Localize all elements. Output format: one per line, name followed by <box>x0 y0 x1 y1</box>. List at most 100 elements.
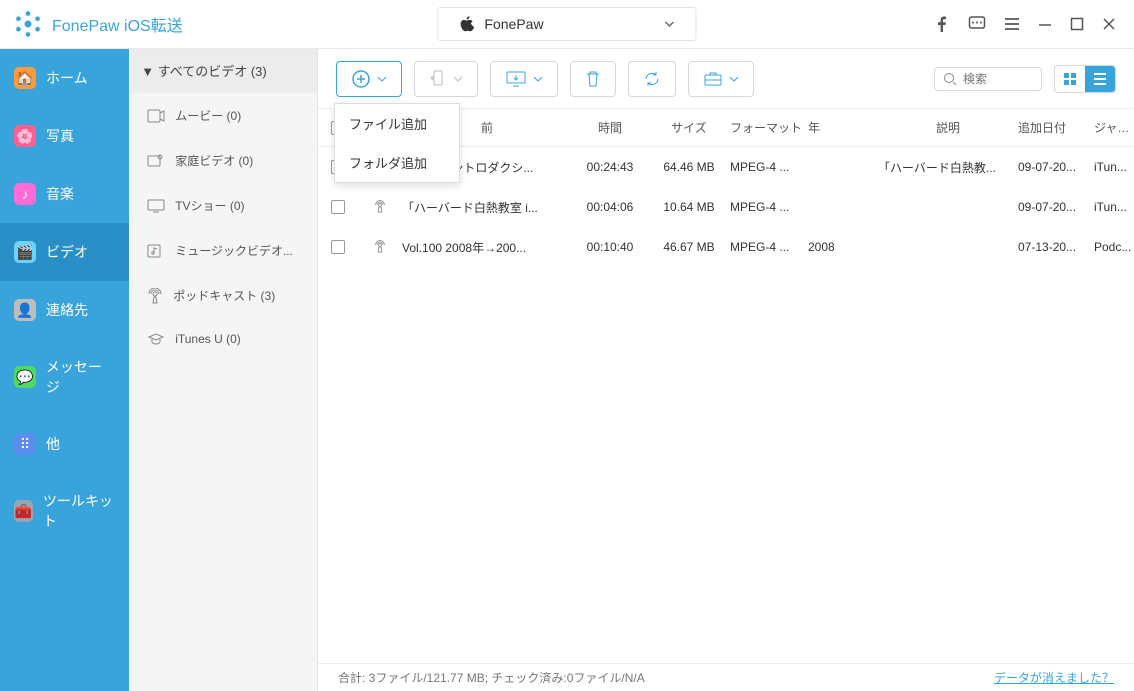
cell-size: 46.67 MB <box>648 240 730 254</box>
sidebar-item-home[interactable]: 🏠ホーム <box>0 49 129 107</box>
sidebar-item-label: 連絡先 <box>46 300 88 320</box>
sidebar-item-video[interactable]: 🎬 ビデオ <box>0 223 129 281</box>
add-dropdown: ファイル追加 フォルダ追加 <box>334 103 460 183</box>
sidebar-item-music[interactable]: ♪ 音楽 <box>0 165 129 223</box>
cell-format: MPEG-4 ... <box>730 240 808 254</box>
cell-time: 00:24:43 <box>572 160 648 174</box>
photo-icon: 🌸 <box>14 125 36 147</box>
home-icon: 🏠 <box>14 67 36 89</box>
row-checkbox[interactable] <box>331 200 345 214</box>
contacts-icon: 👤 <box>14 299 36 321</box>
cell-name: 「ハーバード白熱教室 i... <box>402 199 572 216</box>
sidebar-item-label: 他 <box>46 434 60 454</box>
status-link[interactable]: データが消えました？ <box>994 669 1114 686</box>
cell-date: 09-07-20... <box>1018 160 1094 174</box>
status-text: 合計: 3ファイル/121.77 MB; チェック済み:0ファイル/N/A <box>338 669 645 686</box>
app-logo-icon <box>14 10 42 38</box>
menu-icon[interactable] <box>1004 16 1020 32</box>
cell-date: 07-13-20... <box>1018 240 1094 254</box>
close-button[interactable] <box>1102 17 1116 31</box>
grid-view-button[interactable] <box>1055 66 1085 92</box>
window-controls <box>934 15 1134 33</box>
category-home-video[interactable]: 家庭ビデオ (0) <box>129 138 317 183</box>
tv-icon <box>147 199 165 213</box>
podcast-icon <box>147 288 163 304</box>
to-device-icon <box>429 69 447 89</box>
homevideo-icon <box>147 154 165 168</box>
chevron-down-icon <box>533 74 543 84</box>
titlebar: FonePaw iOS転送 FonePaw <box>0 0 1134 49</box>
sidebar-item-contacts[interactable]: 👤 連絡先 <box>0 281 129 339</box>
video-icon: 🎬 <box>14 241 36 263</box>
add-button[interactable] <box>336 61 402 97</box>
app-title: FonePaw iOS転送 <box>52 12 183 36</box>
chevron-down-icon <box>664 18 676 30</box>
category-podcast[interactable]: ポッドキャスト (3) <box>129 273 317 318</box>
sidebar-item-label: 音楽 <box>46 184 74 204</box>
category-header[interactable]: ▼ すべてのビデオ (3) <box>129 49 317 93</box>
feedback-icon[interactable] <box>968 15 986 33</box>
podcast-icon <box>358 200 402 214</box>
cell-genre: iTun... <box>1094 160 1134 174</box>
cell-time: 00:04:06 <box>572 200 648 214</box>
col-time[interactable]: 時間 <box>572 119 648 136</box>
category-musicvideo[interactable]: ミュージックビデオ... <box>129 228 317 273</box>
chevron-down-icon <box>377 74 387 84</box>
col-size[interactable]: サイズ <box>648 119 730 136</box>
col-genre[interactable]: ジャンル <box>1094 119 1134 136</box>
search-box[interactable] <box>934 67 1042 91</box>
export-device-button[interactable] <box>414 61 478 97</box>
row-checkbox[interactable] <box>331 240 345 254</box>
category-label: ミュージックビデオ... <box>175 242 293 259</box>
list-icon <box>1093 72 1107 86</box>
main-area: ファイル追加 フォルダ追加 前 時間 サイズ フォーマット 年 説明 追加日付 … <box>318 49 1134 691</box>
sidebar-item-label: ツールキット <box>43 491 115 531</box>
category-itunesu[interactable]: iTunes U (0) <box>129 318 317 360</box>
cell-genre: Podc... <box>1094 240 1134 254</box>
sidebar: 🏠ホーム 🌸写真 ♪音楽 🎬ビデオ 👤連絡先 💬メッセージ ⠿他 🧰ツールキット <box>0 49 129 691</box>
sidebar-item-label: ビデオ <box>46 242 88 262</box>
add-file-item[interactable]: ファイル追加 <box>335 104 459 143</box>
maximize-button[interactable] <box>1070 17 1084 31</box>
sidebar-item-other[interactable]: ⠿他 <box>0 415 129 473</box>
cell-date: 09-07-20... <box>1018 200 1094 214</box>
sidebar-item-label: メッセージ <box>46 357 115 397</box>
col-format[interactable]: フォーマット <box>730 119 808 136</box>
device-name: FonePaw <box>484 16 543 32</box>
cell-size: 10.64 MB <box>648 200 730 214</box>
col-date[interactable]: 追加日付 <box>1018 119 1094 136</box>
message-icon: 💬 <box>14 366 36 388</box>
music-icon: ♪ <box>14 183 36 205</box>
grid-icon <box>1063 72 1077 86</box>
category-label: ポッドキャスト (3) <box>173 287 275 304</box>
cell-desc: 「ハーバード白熱教... <box>878 159 1018 176</box>
table-row[interactable]: Vol.100 2008年→200...00:10:4046.67 MBMPEG… <box>318 227 1134 267</box>
category-tvshow[interactable]: TVショー (0) <box>129 183 317 228</box>
sidebar-item-message[interactable]: 💬 メッセージ <box>0 339 129 415</box>
status-bar: 合計: 3ファイル/121.77 MB; チェック済み:0ファイル/N/A デー… <box>318 663 1134 691</box>
category-label: ムービー (0) <box>175 107 241 124</box>
other-icon: ⠿ <box>14 433 36 455</box>
facebook-icon[interactable] <box>934 16 950 32</box>
category-panel: ▼ すべてのビデオ (3) ムービー (0) 家庭ビデオ (0) TVショー (… <box>129 49 318 691</box>
table-row[interactable]: 「ハーバード白熱教室 i...00:04:0610.64 MBMPEG-4 ..… <box>318 187 1134 227</box>
minimize-button[interactable] <box>1038 17 1052 31</box>
cell-genre: iTun... <box>1094 200 1134 214</box>
cell-size: 64.46 MB <box>648 160 730 174</box>
sidebar-item-photo[interactable]: 🌸写真 <box>0 107 129 165</box>
device-dropdown[interactable]: FonePaw <box>437 7 696 41</box>
cell-format: MPEG-4 ... <box>730 160 808 174</box>
search-input[interactable] <box>963 72 1033 86</box>
movie-icon <box>147 109 165 123</box>
export-pc-button[interactable] <box>490 61 558 97</box>
col-desc[interactable]: 説明 <box>878 119 1018 136</box>
refresh-button[interactable] <box>628 61 676 97</box>
col-year[interactable]: 年 <box>808 119 878 136</box>
category-movies[interactable]: ムービー (0) <box>129 93 317 138</box>
toolbox-button[interactable] <box>688 61 754 97</box>
cell-year: 2008 <box>808 240 878 254</box>
list-view-button[interactable] <box>1085 66 1115 92</box>
add-folder-item[interactable]: フォルダ追加 <box>335 143 459 182</box>
delete-button[interactable] <box>570 61 616 97</box>
sidebar-item-toolkit[interactable]: 🧰ツールキット <box>0 473 129 549</box>
